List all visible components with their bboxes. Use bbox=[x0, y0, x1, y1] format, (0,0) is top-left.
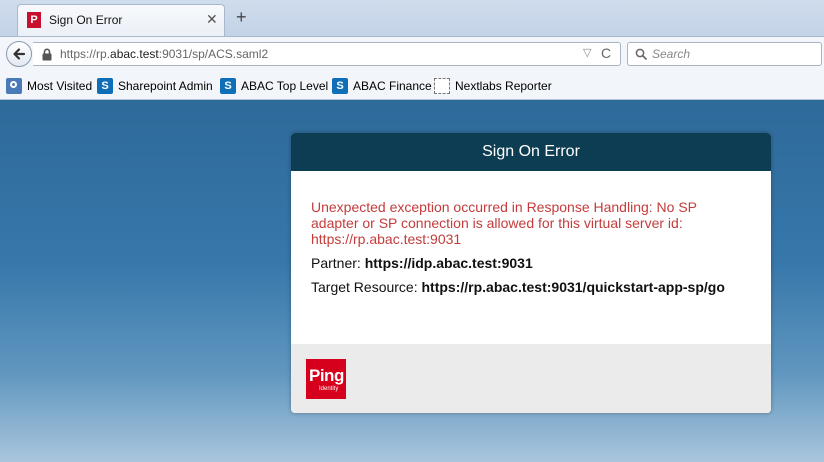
bookmark-nextlabs-reporter[interactable]: Nextlabs Reporter bbox=[434, 78, 552, 94]
bookmark-label: ABAC Top Level bbox=[241, 79, 329, 93]
error-card: Sign On Error Unexpected exception occur… bbox=[291, 133, 771, 413]
card-title: Sign On Error bbox=[291, 133, 771, 171]
search-box[interactable] bbox=[627, 42, 822, 66]
back-arrow-icon bbox=[13, 48, 26, 60]
card-body: Unexpected exception occurred in Respons… bbox=[291, 171, 771, 344]
bookmark-label: Most Visited bbox=[27, 79, 93, 93]
bookmark-label: Nextlabs Reporter bbox=[455, 79, 552, 93]
lock-icon bbox=[42, 48, 52, 61]
tab-title: Sign On Error bbox=[49, 13, 123, 27]
search-icon bbox=[635, 48, 647, 60]
address-bar[interactable]: https://rp.abac.test:9031/sp/ACS.saml2 ▽… bbox=[33, 42, 621, 66]
bookmarks-bar: Most Visited S Sharepoint Admin S ABAC T… bbox=[0, 72, 824, 100]
url-dropdown-icon[interactable]: ▽ bbox=[583, 46, 591, 59]
error-message: Unexpected exception occurred in Respons… bbox=[311, 199, 697, 247]
partner-label: Partner: bbox=[311, 255, 365, 271]
card-footer: Ping Identity bbox=[291, 344, 771, 413]
target-value: https://rp.abac.test:9031/quickstart-app… bbox=[421, 279, 725, 295]
reload-icon[interactable]: C bbox=[601, 45, 611, 61]
url-text[interactable]: https://rp.abac.test:9031/sp/ACS.saml2 bbox=[60, 47, 268, 61]
sharepoint-icon: S bbox=[97, 78, 113, 94]
partner-line: Partner: https://idp.abac.test:9031 bbox=[311, 255, 533, 271]
most-visited-icon bbox=[6, 78, 22, 94]
tab-close-icon[interactable]: ✕ bbox=[206, 11, 218, 27]
bookmark-label: ABAC Finance bbox=[353, 79, 432, 93]
partner-value: https://idp.abac.test:9031 bbox=[364, 255, 533, 271]
sharepoint-icon: S bbox=[220, 78, 236, 94]
tab-sign-on-error[interactable]: P Sign On Error ✕ bbox=[17, 4, 225, 36]
target-label: Target Resource: bbox=[311, 279, 422, 295]
ping-identity-logo: Ping Identity bbox=[306, 359, 346, 399]
navigation-bar: https://rp.abac.test:9031/sp/ACS.saml2 ▽… bbox=[0, 36, 824, 72]
search-input[interactable] bbox=[652, 46, 812, 62]
bookmark-abac-top-level[interactable]: S ABAC Top Level bbox=[220, 78, 328, 94]
ping-favicon-icon: P bbox=[27, 12, 41, 28]
bookmark-abac-finance[interactable]: S ABAC Finance bbox=[332, 78, 432, 94]
bookmark-sharepoint-admin[interactable]: S Sharepoint Admin bbox=[97, 78, 213, 94]
page-background: Sign On Error Unexpected exception occur… bbox=[0, 100, 824, 462]
bookmark-label: Sharepoint Admin bbox=[118, 79, 213, 93]
tab-strip: P Sign On Error ✕ + bbox=[0, 0, 824, 36]
page-icon bbox=[434, 78, 450, 94]
sharepoint-icon: S bbox=[332, 78, 348, 94]
back-button[interactable] bbox=[6, 41, 32, 67]
bookmark-most-visited[interactable]: Most Visited bbox=[6, 78, 92, 94]
target-resource-line: Target Resource: https://rp.abac.test:90… bbox=[311, 279, 725, 295]
new-tab-button[interactable]: + bbox=[236, 7, 247, 27]
